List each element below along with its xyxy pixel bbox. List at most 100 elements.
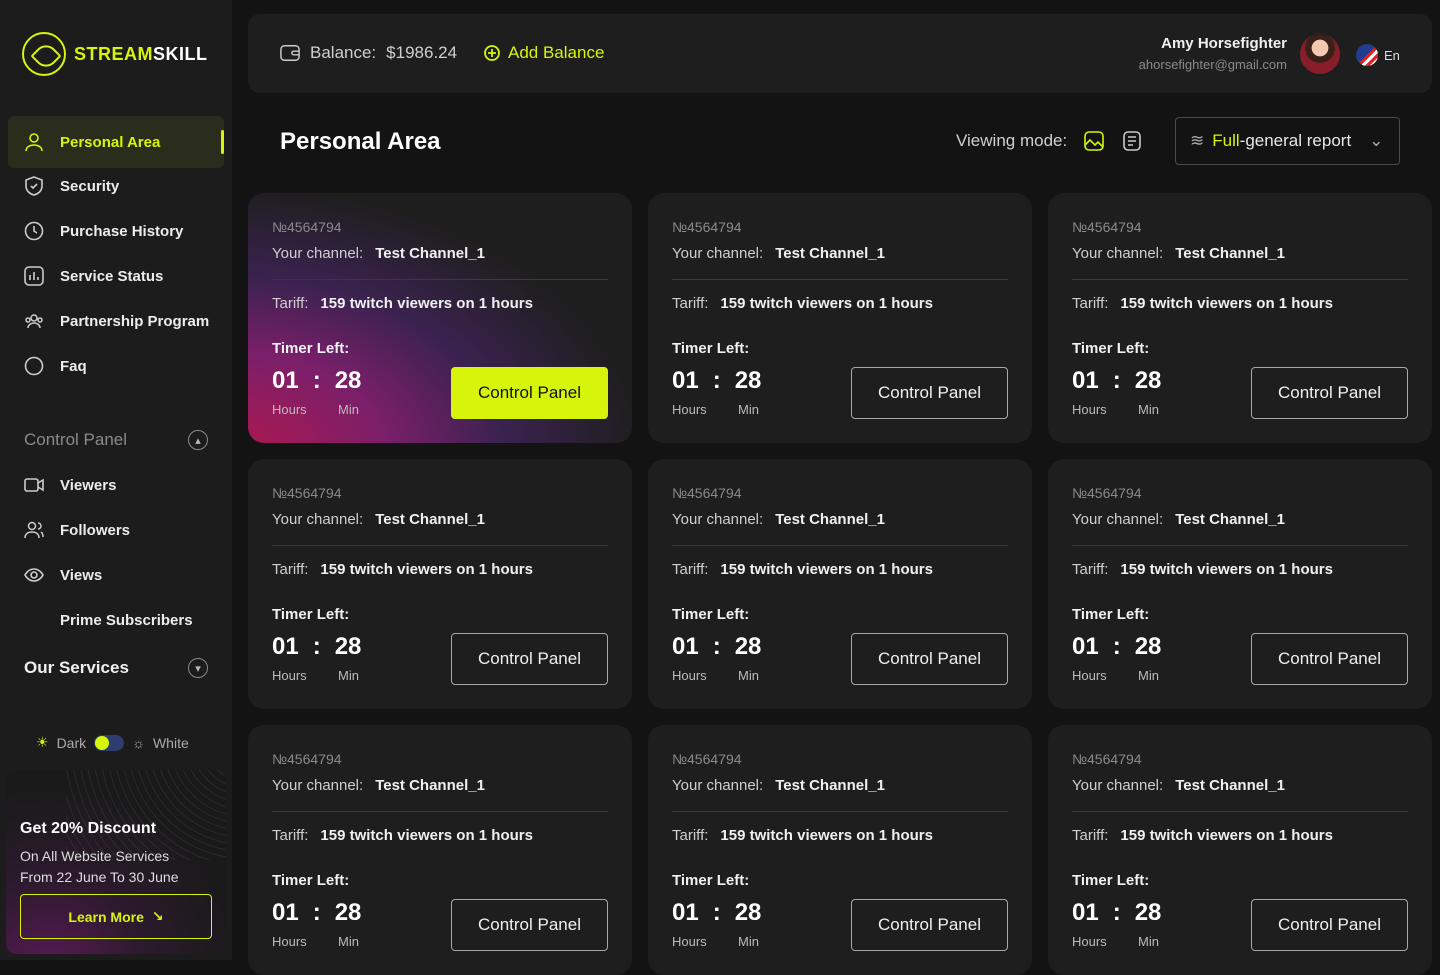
channel-name: Test Channel_1 xyxy=(375,777,485,794)
promo-card: Get 20% Discount On All Website Services… xyxy=(6,770,226,954)
order-number: №4564794 xyxy=(672,751,742,767)
theme-toggle[interactable]: ☀ Dark ☼ White xyxy=(36,734,189,751)
tariff-row: Tariff: 159 twitch viewers on 1 hours xyxy=(672,561,933,578)
sidebar-item-partnership-program[interactable]: Partnership Program xyxy=(8,299,224,343)
order-number: №4564794 xyxy=(272,219,342,235)
group-icon xyxy=(24,311,44,331)
sidebar-item-security[interactable]: Security xyxy=(8,164,224,208)
timer-value: 01:28 xyxy=(672,633,762,660)
balance-label: Balance: xyxy=(310,43,377,62)
tariff-value: 159 twitch viewers on 1 hours xyxy=(720,827,933,844)
timer-units: Hours Min xyxy=(272,668,359,683)
order-card: №4564794 Your channel: Test Channel_1 Tar… xyxy=(1048,193,1432,443)
sidebar-item-purchase-history[interactable]: Purchase History xyxy=(8,209,224,253)
theme-switch[interactable] xyxy=(94,734,125,751)
sidebar-item-personal-area[interactable]: Personal Area xyxy=(8,116,224,168)
control-panel-button[interactable]: Control Panel xyxy=(851,899,1008,951)
user-email: ahorsefighter@gmail.com xyxy=(1138,57,1287,72)
timer-label: Timer Left: xyxy=(672,606,750,623)
learn-more-button[interactable]: Learn More ↘ xyxy=(20,894,212,939)
channel-row: Your channel: Test Channel_1 xyxy=(1072,777,1285,794)
viewing-mode-label: Viewing mode: xyxy=(956,131,1068,150)
control-panel-button[interactable]: Control Panel xyxy=(1251,367,1408,419)
timer-value: 01:28 xyxy=(272,367,362,394)
divider xyxy=(672,545,1008,546)
sidebar-item-label: Followers xyxy=(60,521,131,539)
control-panel-button[interactable]: Control Panel xyxy=(1251,899,1408,951)
sidebar-item-views[interactable]: Views xyxy=(8,553,224,597)
order-card: №4564794 Your channel: Test Channel_1 Tar… xyxy=(248,193,632,443)
logo[interactable]: STREAMSKILL xyxy=(22,32,208,76)
shield-icon xyxy=(24,176,44,196)
control-panel-button[interactable]: Control Panel xyxy=(851,633,1008,685)
chevron-down-icon[interactable]: ▾ xyxy=(188,658,208,678)
theme-white-label: White xyxy=(152,734,189,751)
channel-name: Test Channel_1 xyxy=(1175,245,1285,262)
timer-value: 01:28 xyxy=(1072,633,1162,660)
timer-label: Timer Left: xyxy=(1072,606,1150,623)
add-balance-button[interactable]: Add Balance xyxy=(482,43,604,63)
order-number: №4564794 xyxy=(272,751,342,767)
timer-label: Timer Left: xyxy=(272,872,350,889)
timer-label: Timer Left: xyxy=(1072,872,1150,889)
topbar: Balance: $1986.24 Add Balance Amy Horsef… xyxy=(248,14,1432,93)
chevron-up-icon[interactable]: ▴ xyxy=(188,430,208,450)
timer-value: 01:28 xyxy=(672,367,762,394)
order-card: №4564794 Your channel: Test Channel_1 Tar… xyxy=(1048,459,1432,709)
tariff-row: Tariff: 159 twitch viewers on 1 hours xyxy=(272,561,533,578)
arrow-down-right-icon: ↘ xyxy=(151,908,164,924)
timer-label: Timer Left: xyxy=(272,340,350,357)
logo-text: STREAMSKILL xyxy=(74,43,208,64)
control-panel-button[interactable]: Control Panel xyxy=(451,633,608,685)
control-panel-button[interactable]: Control Panel xyxy=(451,367,608,419)
channel-row: Your channel: Test Channel_1 xyxy=(1072,511,1285,528)
report-select[interactable]: ≋ Full-general report ⌄ xyxy=(1175,117,1400,165)
blank-icon xyxy=(24,610,44,630)
tariff-row: Tariff: 159 twitch viewers on 1 hours xyxy=(272,295,533,312)
timer-units: Hours Min xyxy=(1072,402,1159,417)
tariff-value: 159 twitch viewers on 1 hours xyxy=(720,561,933,578)
timer-label: Timer Left: xyxy=(672,340,750,357)
video-icon xyxy=(24,475,44,495)
channel-row: Your channel: Test Channel_1 xyxy=(672,777,885,794)
grid-view-icon[interactable] xyxy=(1083,130,1105,152)
balance: Balance: $1986.24 xyxy=(280,43,457,63)
sidebar-item-viewers[interactable]: Viewers xyxy=(8,463,224,507)
layers-icon: ≋ xyxy=(1190,131,1205,150)
page-title: Personal Area xyxy=(280,128,441,155)
order-number: №4564794 xyxy=(1072,485,1142,501)
avatar[interactable] xyxy=(1300,34,1340,74)
divider xyxy=(672,279,1008,280)
tariff-value: 159 twitch viewers on 1 hours xyxy=(1120,295,1333,312)
divider xyxy=(272,279,608,280)
wallet-icon xyxy=(280,43,300,63)
tariff-row: Tariff: 159 twitch viewers on 1 hours xyxy=(1072,827,1333,844)
list-view-icon[interactable] xyxy=(1121,130,1143,152)
sidebar-item-prime-subscribers[interactable]: Prime Subscribers xyxy=(8,598,224,642)
timer-units: Hours Min xyxy=(672,402,759,417)
timer-value: 01:28 xyxy=(672,899,762,926)
clock-icon xyxy=(24,221,44,241)
circle-icon xyxy=(24,356,44,376)
sidebar-item-faq[interactable]: Faq xyxy=(8,344,224,388)
divider xyxy=(672,811,1008,812)
channel-row: Your channel: Test Channel_1 xyxy=(272,777,485,794)
control-panel-button[interactable]: Control Panel xyxy=(1251,633,1408,685)
sidebar-item-followers[interactable]: Followers xyxy=(8,508,224,552)
channel-row: Your channel: Test Channel_1 xyxy=(272,245,485,262)
control-panel-button[interactable]: Control Panel xyxy=(851,367,1008,419)
sidebar-item-service-status[interactable]: Service Status xyxy=(8,254,224,298)
order-number: №4564794 xyxy=(272,485,342,501)
timer-units: Hours Min xyxy=(672,668,759,683)
promo-subtitle: On All Website Services From 22 June To … xyxy=(20,848,179,885)
timer-units: Hours Min xyxy=(272,402,359,417)
tariff-row: Tariff: 159 twitch viewers on 1 hours xyxy=(672,295,933,312)
tariff-value: 159 twitch viewers on 1 hours xyxy=(320,295,533,312)
eye-icon xyxy=(24,565,44,585)
sidebar-item-label: Purchase History xyxy=(60,222,184,240)
divider xyxy=(272,545,608,546)
tariff-value: 159 twitch viewers on 1 hours xyxy=(1120,561,1333,578)
language-selector[interactable]: En xyxy=(1356,44,1400,66)
control-panel-button[interactable]: Control Panel xyxy=(451,899,608,951)
tariff-value: 159 twitch viewers on 1 hours xyxy=(720,295,933,312)
